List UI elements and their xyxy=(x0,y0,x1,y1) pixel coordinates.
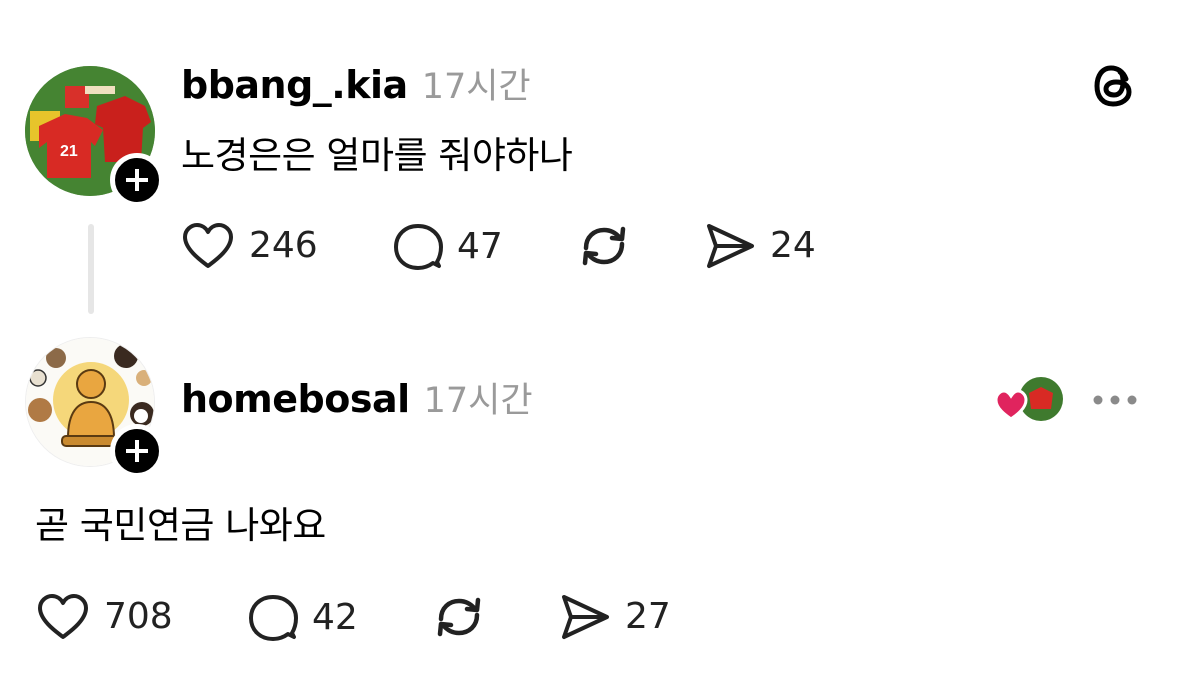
follow-button[interactable] xyxy=(110,424,164,478)
post-header: homebosal 17시간 xyxy=(181,380,533,419)
share-count: 27 xyxy=(625,596,671,637)
plus-icon xyxy=(126,169,148,191)
thread-connector xyxy=(88,224,94,314)
comment-icon xyxy=(394,224,443,270)
heart-icon xyxy=(38,594,88,639)
post-header: bbang_.kia 17시간 xyxy=(181,66,531,105)
share-button[interactable]: 27 xyxy=(559,593,671,641)
heart-icon xyxy=(183,223,233,268)
repost-button[interactable] xyxy=(578,220,630,272)
reply-button[interactable]: 42 xyxy=(248,593,358,643)
username[interactable]: homebosal xyxy=(181,380,410,418)
threads-logo-icon[interactable] xyxy=(1092,60,1140,112)
repost-icon xyxy=(582,226,626,266)
repost-icon xyxy=(437,597,481,637)
reply-count: 42 xyxy=(312,597,358,638)
like-count: 708 xyxy=(104,596,173,637)
timestamp: 17시간 xyxy=(421,67,531,107)
post-text: 곧 국민연금 나와요 xyxy=(35,504,326,547)
author-liked-indicator xyxy=(993,375,1068,425)
svg-text:21: 21 xyxy=(60,143,78,160)
username[interactable]: bbang_.kia xyxy=(181,66,408,104)
like-count: 246 xyxy=(249,225,318,266)
reply-button[interactable]: 47 xyxy=(393,222,503,272)
share-button[interactable]: 24 xyxy=(704,222,816,270)
reply-count: 47 xyxy=(457,226,503,267)
like-button[interactable]: 708 xyxy=(36,593,173,641)
post-text: 노경은은 얼마를 줘야하나 xyxy=(181,134,573,177)
repost-button[interactable] xyxy=(433,591,485,643)
comment-icon xyxy=(249,595,298,641)
follow-button[interactable] xyxy=(110,153,164,207)
plus-icon xyxy=(126,440,148,462)
timestamp: 17시간 xyxy=(423,381,533,421)
like-button[interactable]: 246 xyxy=(181,222,318,270)
share-count: 24 xyxy=(770,225,816,266)
more-options-icon[interactable] xyxy=(1090,392,1140,408)
send-icon xyxy=(562,595,609,639)
send-icon xyxy=(707,224,754,268)
